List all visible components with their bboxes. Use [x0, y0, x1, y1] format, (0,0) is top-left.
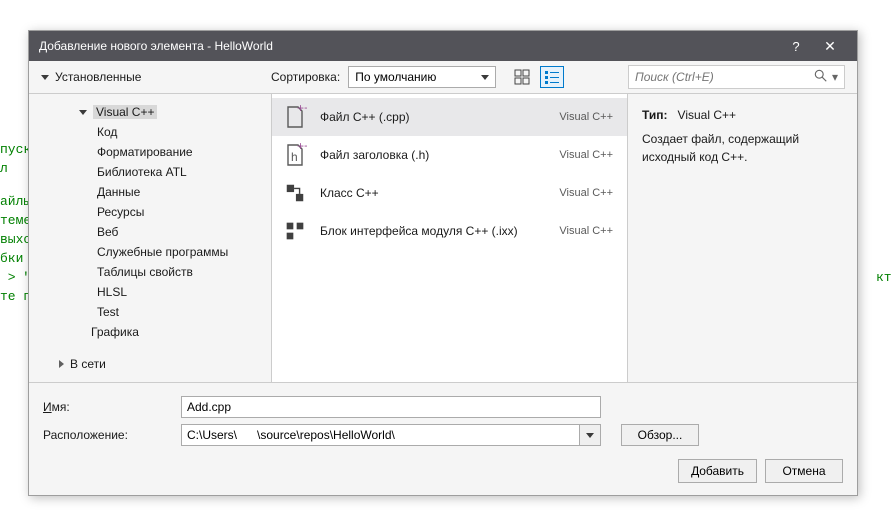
tree-item[interactable]: Ресурсы	[29, 202, 271, 222]
cancel-button[interactable]: Отмена	[765, 459, 843, 483]
svg-text:++: ++	[297, 143, 307, 153]
expand-icon[interactable]	[59, 360, 64, 368]
cpp-file-icon: ++	[282, 104, 308, 130]
sort-label: Сортировка:	[271, 70, 340, 84]
tree-graphics[interactable]: Графика	[29, 322, 271, 342]
template-row[interactable]: h++ Файл заголовка (.h) Visual C++	[272, 136, 627, 174]
tree-item[interactable]: HLSL	[29, 282, 271, 302]
svg-text:++: ++	[297, 105, 307, 115]
collapse-icon[interactable]	[41, 75, 49, 80]
window-title: Добавление нового элемента - HelloWorld	[39, 39, 779, 53]
location-input[interactable]	[181, 424, 579, 446]
template-name: Класс C++	[320, 186, 547, 200]
location-label: Расположение:	[43, 428, 173, 442]
main-area: Visual C++ Код Форматирование Библиотека…	[29, 94, 857, 383]
location-dropdown-button[interactable]	[579, 424, 601, 446]
description-pane: Тип: Visual C++ Создает файл, содержащий…	[628, 94, 857, 382]
module-icon	[282, 218, 308, 244]
tree-item[interactable]: Веб	[29, 222, 271, 242]
top-strip: Установленные Сортировка: По умолчанию	[29, 61, 857, 94]
view-list-button[interactable]	[540, 66, 564, 88]
tree-item[interactable]: Библиотека ATL	[29, 162, 271, 182]
search-dropdown-icon[interactable]: ▾	[832, 70, 838, 84]
template-row[interactable]: Блок интерфейса модуля C++ (.ixx) Visual…	[272, 212, 627, 250]
expand-icon[interactable]	[79, 110, 87, 115]
help-button[interactable]: ?	[779, 31, 813, 61]
tree-item[interactable]: Данные	[29, 182, 271, 202]
tree-item[interactable]: Код	[29, 122, 271, 142]
template-name: Блок интерфейса модуля C++ (.ixx)	[320, 224, 547, 238]
name-label: Имя:	[43, 400, 173, 414]
tree-item[interactable]: Test	[29, 302, 271, 322]
list-icon	[544, 69, 560, 85]
add-new-item-dialog: Добавление нового элемента - HelloWorld …	[28, 30, 858, 496]
bg-code-1: пуск л	[0, 140, 31, 178]
template-row[interactable]: ++ Файл C++ (.cpp) Visual C++	[272, 98, 627, 136]
header-file-icon: h++	[282, 142, 308, 168]
bottom-panel: Имя: Расположение: Обзор... Добавить Отм…	[29, 383, 857, 495]
sort-dropdown[interactable]: По умолчанию	[348, 66, 496, 88]
add-button[interactable]: Добавить	[678, 459, 757, 483]
template-name: Файл заголовка (.h)	[320, 148, 547, 162]
template-category: Visual C++	[559, 225, 613, 237]
tiles-icon	[514, 69, 530, 85]
type-value: Visual C++	[678, 108, 736, 122]
template-category: Visual C++	[559, 187, 613, 199]
tree-item[interactable]: Форматирование	[29, 142, 271, 162]
category-tree: Visual C++ Код Форматирование Библиотека…	[29, 94, 271, 382]
search-box[interactable]: ▾	[628, 65, 845, 89]
template-row[interactable]: Класс C++ Visual C++	[272, 174, 627, 212]
browse-button[interactable]: Обзор...	[621, 424, 699, 446]
titlebar: Добавление нового элемента - HelloWorld …	[29, 31, 857, 61]
template-category: Visual C++	[559, 149, 613, 161]
search-icon[interactable]	[814, 69, 828, 86]
tree-item[interactable]: Таблицы свойств	[29, 262, 271, 282]
template-category: Visual C++	[559, 111, 613, 123]
name-input[interactable]	[181, 396, 601, 418]
type-label: Тип:	[642, 108, 668, 122]
search-input[interactable]	[635, 70, 814, 84]
installed-root-label[interactable]: Установленные	[55, 70, 141, 84]
chevron-down-icon	[481, 75, 489, 80]
class-icon	[282, 180, 308, 206]
tree-visual-cpp[interactable]: Visual C++	[29, 102, 271, 122]
close-button[interactable]: ✕	[813, 31, 847, 61]
template-list: ++ Файл C++ (.cpp) Visual C++ h++ Файл з…	[271, 94, 628, 382]
template-name: Файл C++ (.cpp)	[320, 110, 547, 124]
bg-code-3: кт о	[876, 268, 894, 287]
sort-value: По умолчанию	[355, 70, 436, 84]
view-tiles-button[interactable]	[510, 66, 534, 88]
description-text: Создает файл, содержащий исходный код C+…	[642, 130, 843, 166]
tree-online[interactable]: В сети	[29, 354, 271, 374]
chevron-down-icon	[586, 433, 594, 438]
tree-item[interactable]: Служебные программы	[29, 242, 271, 262]
